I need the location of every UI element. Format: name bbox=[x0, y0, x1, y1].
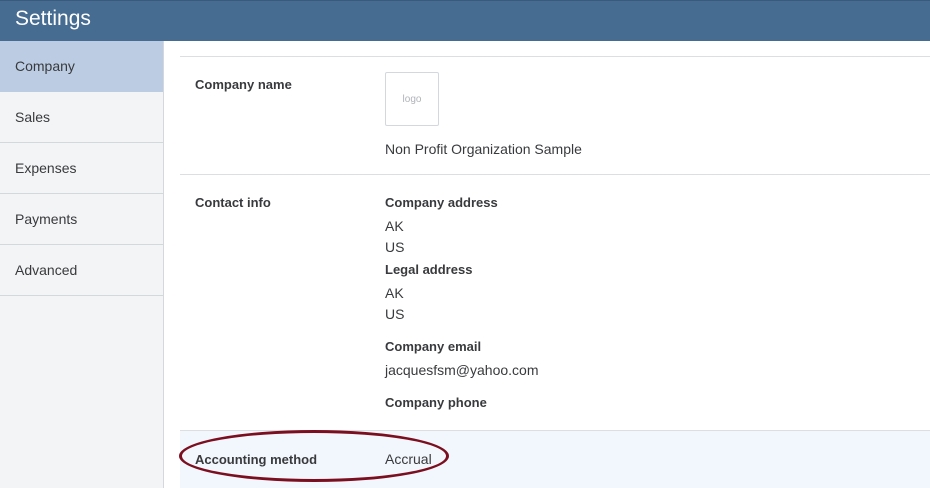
sidebar-item-label: Payments bbox=[15, 211, 78, 227]
legal-address-label: Legal address bbox=[385, 262, 473, 277]
page-title: Settings bbox=[15, 7, 91, 30]
company-name-section[interactable]: Company name logo Non Profit Organizatio… bbox=[180, 56, 930, 174]
sidebar-item-advanced[interactable]: Advanced bbox=[0, 245, 163, 296]
sidebar-item-label: Company bbox=[15, 58, 75, 74]
sidebar-item-sales[interactable]: Sales bbox=[0, 92, 163, 143]
contact-info-section[interactable]: Contact info Company address AK US Legal… bbox=[180, 174, 930, 430]
contact-info-label: Contact info bbox=[195, 195, 271, 210]
accounting-method-label: Accounting method bbox=[195, 452, 318, 467]
company-phone-label: Company phone bbox=[385, 395, 487, 410]
sidebar-item-label: Expenses bbox=[15, 160, 77, 176]
accounting-method-value: Accrual bbox=[385, 451, 432, 467]
legal-address-line: US bbox=[385, 306, 405, 322]
sidebar-item-label: Advanced bbox=[15, 262, 78, 278]
sidebar-item-expenses[interactable]: Expenses bbox=[0, 143, 163, 194]
company-email-value: jacquesfsm@yahoo.com bbox=[385, 362, 539, 378]
accounting-method-section[interactable]: Accounting method Accrual bbox=[180, 430, 930, 488]
sidebar-item-payments[interactable]: Payments bbox=[0, 194, 163, 245]
sidebar-item-label: Sales bbox=[15, 109, 51, 125]
settings-sidebar: Company Sales Expenses Payments Advanced bbox=[0, 41, 164, 488]
company-name-value: Non Profit Organization Sample bbox=[385, 141, 582, 157]
company-email-label: Company email bbox=[385, 339, 482, 354]
sidebar-item-company[interactable]: Company bbox=[0, 41, 163, 92]
company-address-label: Company address bbox=[385, 195, 498, 210]
company-logo-placeholder[interactable]: logo bbox=[385, 72, 439, 126]
settings-main: Company name logo Non Profit Organizatio… bbox=[164, 41, 930, 488]
company-name-label: Company name bbox=[195, 77, 292, 92]
legal-address-line: AK bbox=[385, 285, 404, 301]
logo-placeholder-text: logo bbox=[402, 93, 422, 105]
company-address-line: AK bbox=[385, 218, 404, 234]
settings-header: Settings bbox=[0, 0, 930, 41]
company-address-line: US bbox=[385, 239, 405, 255]
